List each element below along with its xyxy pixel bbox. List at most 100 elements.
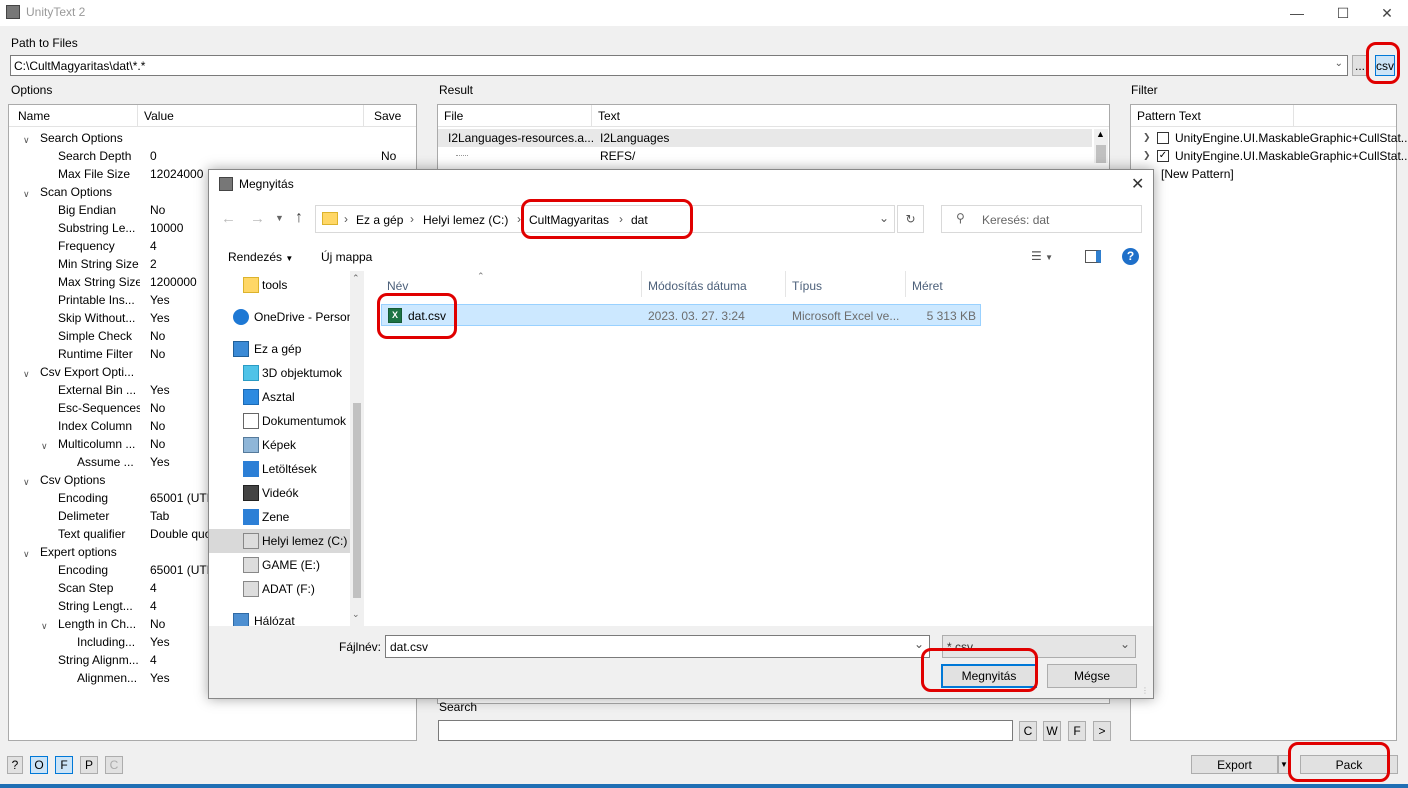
- col-text[interactable]: Text: [592, 105, 1109, 127]
- option-value[interactable]: Yes: [145, 309, 215, 327]
- filter-checkbox-checked[interactable]: ✓: [1157, 150, 1169, 162]
- option-value[interactable]: No: [145, 615, 215, 633]
- option-value[interactable]: Yes: [145, 453, 215, 471]
- col-nev[interactable]: Név: [387, 279, 408, 293]
- crumb-this-pc[interactable]: Ez a gép: [356, 213, 403, 227]
- back-icon[interactable]: ←: [221, 210, 236, 227]
- export-button[interactable]: Export: [1191, 755, 1278, 774]
- option-value[interactable]: 4: [145, 579, 215, 597]
- option-value[interactable]: 1200000: [145, 273, 215, 291]
- nav-scrollbar[interactable]: ⌃ ⌄: [350, 271, 364, 626]
- result-row[interactable]: I2Languages-resources.a... I2Languages: [438, 129, 1092, 147]
- option-value[interactable]: No: [145, 417, 215, 435]
- col-pattern[interactable]: Pattern Text: [1131, 105, 1294, 127]
- chevron-down-icon[interactable]: ⌄: [1120, 637, 1130, 651]
- option-value[interactable]: Double quote: [145, 525, 215, 543]
- option-value[interactable]: No: [145, 201, 215, 219]
- chevron-down-icon[interactable]: ⌄: [1335, 58, 1343, 69]
- close-icon[interactable]: ✕: [1364, 0, 1408, 26]
- scroll-up-icon[interactable]: ▲: [1096, 129, 1105, 139]
- option-value[interactable]: Yes: [145, 633, 215, 651]
- result-scrollbar[interactable]: ▲: [1094, 129, 1108, 163]
- filter-row[interactable]: ❯ ✓ UnityEngine.UI.MaskableGraphic+CullS…: [1131, 147, 1408, 165]
- col-file[interactable]: File: [438, 105, 592, 127]
- scroll-down-icon[interactable]: ⌄: [352, 609, 360, 620]
- option-value[interactable]: 65001 (UTF-8): [145, 489, 215, 507]
- filter-checkbox[interactable]: [1157, 132, 1169, 144]
- nav-item[interactable]: GAME (E:): [209, 553, 363, 577]
- nav-item[interactable]: Asztal: [209, 385, 363, 409]
- preview-pane-icon[interactable]: [1085, 250, 1101, 263]
- new-folder-button[interactable]: Új mappa: [321, 250, 372, 264]
- maximize-icon[interactable]: ☐: [1320, 0, 1366, 26]
- option-value[interactable]: Yes: [145, 669, 215, 687]
- nav-item[interactable]: Képek: [209, 433, 363, 457]
- option-save[interactable]: No: [381, 147, 396, 165]
- option-value[interactable]: 12024000: [145, 165, 215, 183]
- help-button[interactable]: ?: [7, 756, 23, 774]
- nav-item[interactable]: OneDrive - Personal: [209, 305, 363, 329]
- refresh-icon[interactable]: ↻: [897, 205, 924, 233]
- nav-item[interactable]: Zene: [209, 505, 363, 529]
- cancel-button[interactable]: Mégse: [1047, 664, 1137, 688]
- expand-icon[interactable]: ❯: [1143, 132, 1151, 143]
- nav-item[interactable]: Ez a gép: [209, 337, 363, 361]
- nav-item[interactable]: 3D objektumok: [209, 361, 363, 385]
- option-value[interactable]: 2: [145, 255, 215, 273]
- col-divider[interactable]: [905, 271, 906, 297]
- crumb-drive[interactable]: Helyi lemez (C:): [423, 213, 508, 227]
- file-row-dat-csv[interactable]: X dat.csv 2023. 03. 27. 3:24 Microsoft E…: [381, 304, 981, 326]
- nav-item[interactable]: ADAT (F:): [209, 577, 363, 601]
- path-input[interactable]: C:\CultMagyaritas\dat\*.* ⌄: [10, 55, 1348, 76]
- col-save[interactable]: Save: [364, 105, 416, 127]
- col-value[interactable]: Value: [138, 105, 364, 127]
- organize-button[interactable]: Rendezés ▼: [228, 250, 293, 264]
- history-chevron-icon[interactable]: ▼: [275, 213, 284, 223]
- option-value[interactable]: No: [145, 399, 215, 417]
- search-next-button[interactable]: >: [1093, 721, 1111, 741]
- option-row[interactable]: Search Depth 0 No: [9, 147, 413, 165]
- dialog-search-input[interactable]: ⚲ Keresés: dat: [941, 205, 1142, 233]
- option-value[interactable]: Yes: [145, 291, 215, 309]
- option-value[interactable]: No: [145, 327, 215, 345]
- p-button[interactable]: P: [80, 756, 98, 774]
- c-button[interactable]: C: [105, 756, 123, 774]
- nav-item[interactable]: Letöltések: [209, 457, 363, 481]
- nav-item[interactable]: tools: [209, 273, 363, 297]
- nav-item[interactable]: Videók: [209, 481, 363, 505]
- option-value[interactable]: Tab: [145, 507, 215, 525]
- col-meret[interactable]: Méret: [912, 279, 943, 293]
- search-input[interactable]: [438, 720, 1013, 741]
- option-value[interactable]: 4: [145, 237, 215, 255]
- nav-item[interactable]: Dokumentumok: [209, 409, 363, 433]
- col-modositas[interactable]: Módosítás dátuma: [648, 279, 747, 293]
- o-button[interactable]: O: [30, 756, 48, 774]
- option-value[interactable]: 65001 (UTF-8): [145, 561, 215, 579]
- chevron-down-icon[interactable]: ⌄: [879, 211, 889, 225]
- help-icon[interactable]: ?: [1122, 248, 1139, 265]
- nav-item[interactable]: Helyi lemez (C:): [209, 529, 363, 553]
- filter-row[interactable]: ❯ UnityEngine.UI.MaskableGraphic+CullSta…: [1131, 129, 1408, 147]
- resize-grip-icon[interactable]: ⋮: [1141, 686, 1149, 695]
- search-w-button[interactable]: W: [1043, 721, 1061, 741]
- nav-item[interactable]: Hálózat: [209, 609, 363, 626]
- dialog-close-icon[interactable]: ✕: [1131, 174, 1144, 194]
- search-c-button[interactable]: C: [1019, 721, 1037, 741]
- option-value[interactable]: 10000: [145, 219, 215, 237]
- option-value[interactable]: 4: [145, 651, 215, 669]
- option-row[interactable]: ∨ Search Options: [9, 129, 413, 147]
- up-icon[interactable]: ↑: [295, 209, 303, 227]
- option-value[interactable]: 0: [145, 147, 215, 165]
- option-value[interactable]: No: [145, 345, 215, 363]
- option-value[interactable]: Yes: [145, 381, 215, 399]
- scroll-thumb[interactable]: [353, 403, 361, 598]
- result-row[interactable]: REFS/: [438, 147, 1092, 165]
- scroll-up-icon[interactable]: ⌃: [352, 273, 360, 284]
- col-divider[interactable]: [641, 271, 642, 297]
- expand-icon[interactable]: ❯: [1143, 150, 1151, 161]
- search-f-button[interactable]: F: [1068, 721, 1086, 741]
- chevron-down-icon[interactable]: ⌄: [914, 637, 924, 651]
- filename-input[interactable]: dat.csv ⌄: [385, 635, 930, 658]
- f-button[interactable]: F: [55, 756, 73, 774]
- col-divider[interactable]: [785, 271, 786, 297]
